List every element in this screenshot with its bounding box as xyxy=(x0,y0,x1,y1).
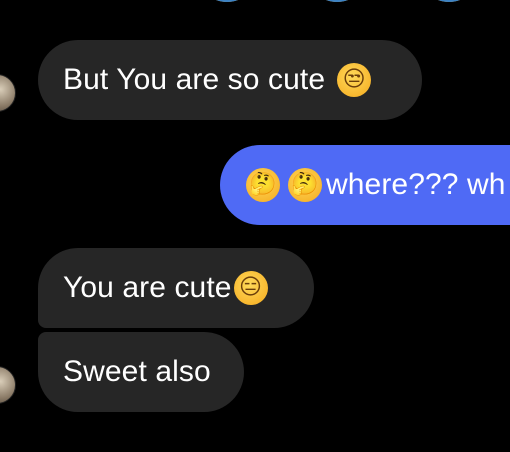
chat-screen: But You are so cute 😒 🤔 🤔 where??? wh Yo… xyxy=(0,0,510,452)
message-bubble-incoming[interactable]: You are cute 😑 xyxy=(38,248,314,328)
message-text: Sweet also xyxy=(63,355,211,388)
message-text: You are cute xyxy=(63,271,232,304)
sender-avatar[interactable] xyxy=(0,74,16,112)
unamused-face-icon: 😒 xyxy=(337,63,372,97)
message-bubble-incoming[interactable]: But You are so cute 😒 xyxy=(38,40,422,120)
sender-avatar[interactable] xyxy=(0,366,16,404)
message-text: But You are so cute xyxy=(63,63,326,96)
message-bubble-incoming[interactable]: Sweet also xyxy=(38,332,244,412)
expressionless-face-icon: 😑 xyxy=(233,271,268,305)
reaction-emoji-icon[interactable] xyxy=(306,0,368,2)
message-text: where??? wh xyxy=(326,168,506,201)
thinking-face-icon: 🤔 xyxy=(288,168,322,202)
message-bubble-outgoing[interactable]: 🤔 🤔 where??? wh xyxy=(220,145,510,225)
reaction-emoji-icon[interactable] xyxy=(196,0,258,2)
reaction-emoji-icon[interactable] xyxy=(418,0,480,2)
thinking-face-icon: 🤔 xyxy=(246,168,280,202)
